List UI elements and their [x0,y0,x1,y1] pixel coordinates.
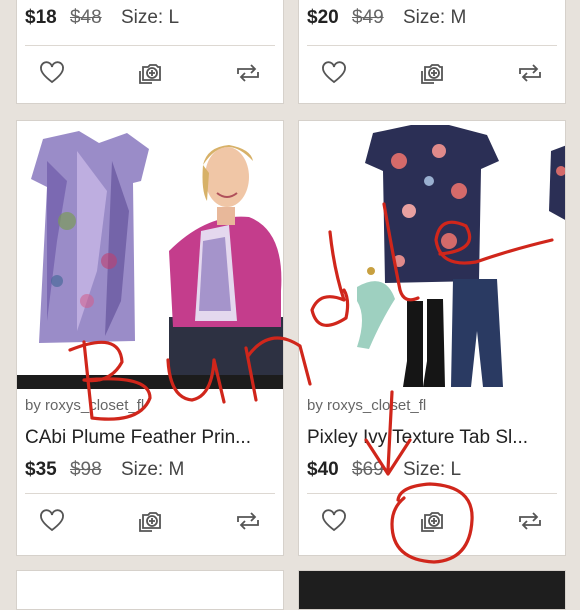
bundle-button[interactable] [417,507,447,535]
listing-photo[interactable] [17,121,283,389]
size-label: Size: L [402,459,462,480]
listing-photo[interactable] [17,571,283,609]
like-button[interactable] [319,507,349,535]
add-to-bundle-icon [421,64,443,84]
listing-title[interactable]: Pixley Ivy Texture Tab Sl... [307,427,561,449]
like-button[interactable] [319,59,349,87]
listing-card[interactable]: by roxys_closet_fl CAbi Plume Feather Pr… [16,120,284,556]
divider [307,45,557,46]
product-image [299,121,565,389]
like-button[interactable] [37,507,67,535]
action-bar [17,53,283,93]
seller-name[interactable]: by roxys_closet_fl [25,397,144,414]
listing-card[interactable]: by roxys_closet_fl Pixley Ivy Texture Ta… [298,120,566,556]
share-icon [237,512,259,530]
heart-icon [40,61,64,84]
add-to-bundle-icon [139,64,161,84]
size-label: Size: L [120,7,180,28]
action-bar [17,501,283,541]
original-price: $48 [69,7,102,28]
add-to-bundle-icon [139,512,161,532]
listing-title[interactable]: CAbi Plume Feather Prin... [25,427,279,449]
listing-card[interactable] [16,570,284,610]
price: $18 [25,7,57,28]
price-row: $35 $98 Size: M [25,459,184,481]
listing-photo[interactable] [299,121,565,389]
share-icon [237,64,259,82]
size-label: Size: M [402,7,467,28]
share-button[interactable] [233,507,263,535]
price-row: $20 $49 Size: M [307,7,466,29]
size-label: Size: M [120,459,185,480]
bundle-button[interactable] [135,59,165,87]
share-icon [519,64,541,82]
price-row: $18 $48 Size: L [25,7,179,29]
share-button[interactable] [515,59,545,87]
heart-icon [322,61,346,84]
divider [25,45,275,46]
product-image [17,121,283,389]
price: $40 [307,459,339,480]
action-bar [299,501,565,541]
bundle-button[interactable] [417,59,447,87]
heart-icon [322,509,346,532]
divider [307,493,557,494]
listing-photo[interactable] [299,571,565,609]
share-button[interactable] [233,59,263,87]
bundle-button[interactable] [135,507,165,535]
price: $35 [25,459,57,480]
original-price: $49 [351,7,384,28]
listing-card[interactable] [298,570,566,610]
share-button[interactable] [515,507,545,535]
seller-name[interactable]: by roxys_closet_fl [307,397,426,414]
listing-card[interactable]: $20 $49 Size: M [298,0,566,104]
price: $20 [307,7,339,28]
original-price: $98 [69,459,102,480]
heart-icon [40,509,64,532]
listing-card[interactable]: $18 $48 Size: L [16,0,284,104]
image-bottom-band [17,375,283,389]
divider [25,493,275,494]
price-row: $40 $69 Size: L [307,459,461,481]
original-price: $69 [351,459,384,480]
add-to-bundle-icon [421,512,443,532]
share-icon [519,512,541,530]
like-button[interactable] [37,59,67,87]
action-bar [299,53,565,93]
